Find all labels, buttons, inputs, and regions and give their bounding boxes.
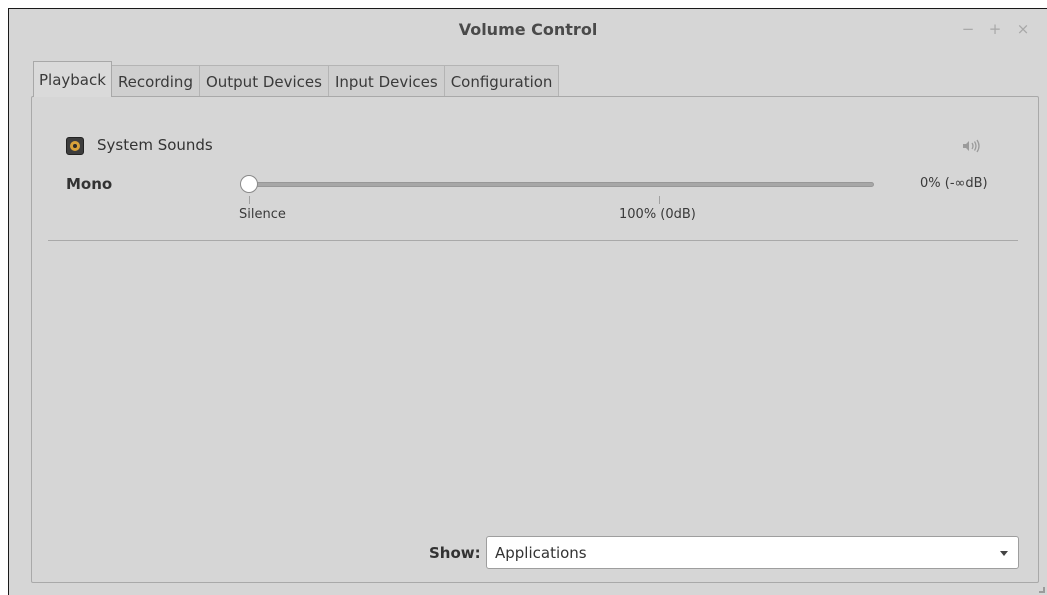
speaker-volume-icon-graphic [963,139,980,153]
stream-separator [48,240,1018,241]
volume-slider-track[interactable] [250,182,874,187]
close-button[interactable]: × [1014,19,1032,39]
tab-bar: Playback Recording Output Devices Input … [33,61,560,97]
resize-grip-icon[interactable] [1039,587,1045,593]
volume-control-window: Volume Control − + × Playback Recording … [8,8,1047,595]
volume-slider-knob[interactable] [240,175,258,193]
tab-playback[interactable]: Playback [33,61,112,97]
minimize-button[interactable]: − [959,19,977,39]
show-filter-value: Applications [495,544,587,562]
speaker-volume-icon[interactable] [960,137,984,157]
playback-panel: System Sounds Mono Silence 100% (0dB) 0%… [31,96,1039,583]
window-title: Volume Control [458,20,598,39]
maximize-button[interactable]: + [986,19,1004,39]
title-bar[interactable]: Volume Control − + × [9,9,1047,53]
tab-configuration[interactable]: Configuration [443,65,560,97]
normal-volume-tick [659,196,660,204]
channel-label: Mono [66,175,113,193]
stream-name: System Sounds [97,136,213,154]
show-filter-dropdown[interactable]: Applications [486,536,1019,569]
silence-label: Silence [239,207,286,222]
tab-input-devices[interactable]: Input Devices [327,65,445,97]
tab-recording[interactable]: Recording [110,65,200,97]
silence-tick [249,196,250,204]
normal-volume-label: 100% (0dB) [619,207,696,222]
volume-value: 0% (-∞dB) [920,176,988,191]
speaker-app-icon [66,137,84,155]
show-label: Show: [429,544,481,562]
chevron-down-icon [1000,551,1008,556]
tab-output-devices[interactable]: Output Devices [198,65,329,97]
